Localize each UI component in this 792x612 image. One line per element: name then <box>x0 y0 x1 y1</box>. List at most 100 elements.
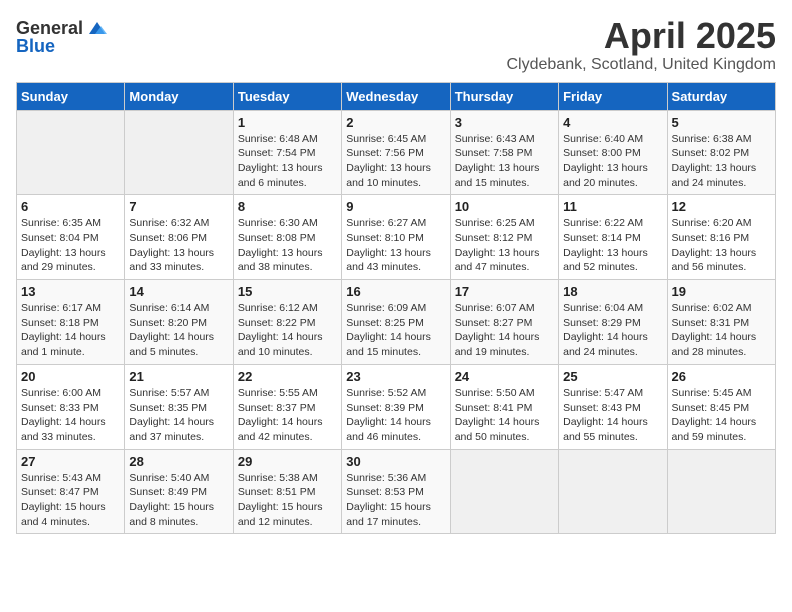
calendar-day-cell <box>450 449 558 534</box>
day-info: Sunrise: 6:20 AM Sunset: 8:16 PM Dayligh… <box>672 216 771 275</box>
day-info: Sunrise: 6:35 AM Sunset: 8:04 PM Dayligh… <box>21 216 120 275</box>
calendar-day-cell: 19 Sunrise: 6:02 AM Sunset: 8:31 PM Dayli… <box>667 280 775 365</box>
location-subtitle: Clydebank, Scotland, United Kingdom <box>507 56 777 74</box>
day-info: Sunrise: 6:45 AM Sunset: 7:56 PM Dayligh… <box>346 132 445 191</box>
day-info: Sunrise: 6:22 AM Sunset: 8:14 PM Dayligh… <box>563 216 662 275</box>
calendar-week-row: 6 Sunrise: 6:35 AM Sunset: 8:04 PM Daylig… <box>17 195 776 280</box>
calendar-day-cell: 21Sunrise: 5:57 AM Sunset: 8:35 PM Dayli… <box>125 364 233 449</box>
calendar-week-row: 13Sunrise: 6:17 AM Sunset: 8:18 PM Dayli… <box>17 280 776 365</box>
day-info: Sunrise: 6:04 AM Sunset: 8:29 PM Dayligh… <box>563 301 662 360</box>
day-number: 30 <box>346 454 445 469</box>
calendar-day-cell: 20 Sunrise: 6:00 AM Sunset: 8:33 PM Dayli… <box>17 364 125 449</box>
calendar-day-cell: 7 Sunrise: 6:32 AM Sunset: 8:06 PM Daylig… <box>125 195 233 280</box>
calendar-day-cell: 15Sunrise: 6:12 AM Sunset: 8:22 PM Dayli… <box>233 280 341 365</box>
calendar-day-cell: 6 Sunrise: 6:35 AM Sunset: 8:04 PM Daylig… <box>17 195 125 280</box>
calendar-day-cell: 23 Sunrise: 5:52 AM Sunset: 8:39 PM Dayli… <box>342 364 450 449</box>
day-info: Sunrise: 6:07 AM Sunset: 8:27 PM Dayligh… <box>455 301 554 360</box>
day-info: Sunrise: 5:43 AM Sunset: 8:47 PM Dayligh… <box>21 471 120 530</box>
day-info: Sunrise: 6:02 AM Sunset: 8:31 PM Dayligh… <box>672 301 771 360</box>
day-number: 16 <box>346 284 445 299</box>
calendar-day-cell: 13Sunrise: 6:17 AM Sunset: 8:18 PM Dayli… <box>17 280 125 365</box>
logo-icon <box>85 16 109 40</box>
day-info: Sunrise: 6:43 AM Sunset: 7:58 PM Dayligh… <box>455 132 554 191</box>
weekday-header-cell: Thursday <box>450 82 558 110</box>
day-number: 8 <box>238 199 337 214</box>
day-number: 28 <box>129 454 228 469</box>
day-number: 5 <box>672 115 771 130</box>
day-number: 1 <box>238 115 337 130</box>
day-info: Sunrise: 6:38 AM Sunset: 8:02 PM Dayligh… <box>672 132 771 191</box>
day-number: 20 <box>21 369 120 384</box>
calendar-day-cell: 1Sunrise: 6:48 AM Sunset: 7:54 PM Daylig… <box>233 110 341 195</box>
calendar-day-cell: 30 Sunrise: 5:36 AM Sunset: 8:53 PM Dayli… <box>342 449 450 534</box>
day-number: 19 <box>672 284 771 299</box>
day-number: 29 <box>238 454 337 469</box>
day-info: Sunrise: 6:14 AM Sunset: 8:20 PM Dayligh… <box>129 301 228 360</box>
calendar-day-cell: 18Sunrise: 6:04 AM Sunset: 8:29 PM Dayli… <box>559 280 667 365</box>
day-number: 4 <box>563 115 662 130</box>
logo-blue-text: Blue <box>16 36 55 57</box>
weekday-header-cell: Saturday <box>667 82 775 110</box>
weekday-header-row: SundayMondayTuesdayWednesdayThursdayFrid… <box>17 82 776 110</box>
day-info: Sunrise: 5:47 AM Sunset: 8:43 PM Dayligh… <box>563 386 662 445</box>
calendar-body: 1Sunrise: 6:48 AM Sunset: 7:54 PM Daylig… <box>17 110 776 534</box>
day-info: Sunrise: 5:50 AM Sunset: 8:41 PM Dayligh… <box>455 386 554 445</box>
day-number: 6 <box>21 199 120 214</box>
day-info: Sunrise: 5:40 AM Sunset: 8:49 PM Dayligh… <box>129 471 228 530</box>
calendar-day-cell: 29 Sunrise: 5:38 AM Sunset: 8:51 PM Dayli… <box>233 449 341 534</box>
day-number: 11 <box>563 199 662 214</box>
calendar-week-row: 27 Sunrise: 5:43 AM Sunset: 8:47 PM Dayli… <box>17 449 776 534</box>
day-number: 15 <box>238 284 337 299</box>
day-info: Sunrise: 6:40 AM Sunset: 8:00 PM Dayligh… <box>563 132 662 191</box>
day-info: Sunrise: 5:36 AM Sunset: 8:53 PM Dayligh… <box>346 471 445 530</box>
logo: General Blue <box>16 16 109 57</box>
calendar-day-cell: 2 Sunrise: 6:45 AM Sunset: 7:56 PM Daylig… <box>342 110 450 195</box>
day-info: Sunrise: 5:45 AM Sunset: 8:45 PM Dayligh… <box>672 386 771 445</box>
day-number: 25 <box>563 369 662 384</box>
calendar-day-cell: 4 Sunrise: 6:40 AM Sunset: 8:00 PM Daylig… <box>559 110 667 195</box>
calendar-day-cell <box>125 110 233 195</box>
calendar-day-cell: 25 Sunrise: 5:47 AM Sunset: 8:43 PM Dayli… <box>559 364 667 449</box>
day-info: Sunrise: 6:00 AM Sunset: 8:33 PM Dayligh… <box>21 386 120 445</box>
day-number: 23 <box>346 369 445 384</box>
day-number: 12 <box>672 199 771 214</box>
day-info: Sunrise: 5:52 AM Sunset: 8:39 PM Dayligh… <box>346 386 445 445</box>
calendar-day-cell: 28 Sunrise: 5:40 AM Sunset: 8:49 PM Dayli… <box>125 449 233 534</box>
day-info: Sunrise: 5:38 AM Sunset: 8:51 PM Dayligh… <box>238 471 337 530</box>
day-number: 24 <box>455 369 554 384</box>
title-area: April 2025 Clydebank, Scotland, United K… <box>507 16 777 74</box>
calendar-day-cell: 17 Sunrise: 6:07 AM Sunset: 8:27 PM Dayli… <box>450 280 558 365</box>
calendar-day-cell <box>667 449 775 534</box>
day-number: 7 <box>129 199 228 214</box>
calendar-day-cell: 16Sunrise: 6:09 AM Sunset: 8:25 PM Dayli… <box>342 280 450 365</box>
calendar-day-cell: 14 Sunrise: 6:14 AM Sunset: 8:20 PM Dayli… <box>125 280 233 365</box>
day-info: Sunrise: 6:27 AM Sunset: 8:10 PM Dayligh… <box>346 216 445 275</box>
day-number: 27 <box>21 454 120 469</box>
day-number: 17 <box>455 284 554 299</box>
calendar-week-row: 1Sunrise: 6:48 AM Sunset: 7:54 PM Daylig… <box>17 110 776 195</box>
weekday-header-cell: Friday <box>559 82 667 110</box>
day-number: 9 <box>346 199 445 214</box>
calendar-day-cell: 26 Sunrise: 5:45 AM Sunset: 8:45 PM Dayli… <box>667 364 775 449</box>
day-info: Sunrise: 6:30 AM Sunset: 8:08 PM Dayligh… <box>238 216 337 275</box>
day-info: Sunrise: 5:55 AM Sunset: 8:37 PM Dayligh… <box>238 386 337 445</box>
weekday-header-cell: Wednesday <box>342 82 450 110</box>
weekday-header-cell: Tuesday <box>233 82 341 110</box>
day-info: Sunrise: 5:57 AM Sunset: 8:35 PM Dayligh… <box>129 386 228 445</box>
day-number: 3 <box>455 115 554 130</box>
day-number: 26 <box>672 369 771 384</box>
day-info: Sunrise: 6:25 AM Sunset: 8:12 PM Dayligh… <box>455 216 554 275</box>
calendar-day-cell: 12 Sunrise: 6:20 AM Sunset: 8:16 PM Dayli… <box>667 195 775 280</box>
calendar-day-cell <box>559 449 667 534</box>
calendar-day-cell: 24 Sunrise: 5:50 AM Sunset: 8:41 PM Dayli… <box>450 364 558 449</box>
header: General Blue April 2025 Clydebank, Scotl… <box>16 16 776 74</box>
day-info: Sunrise: 6:32 AM Sunset: 8:06 PM Dayligh… <box>129 216 228 275</box>
day-number: 2 <box>346 115 445 130</box>
calendar-day-cell <box>17 110 125 195</box>
weekday-header-cell: Sunday <box>17 82 125 110</box>
day-number: 14 <box>129 284 228 299</box>
calendar-day-cell: 3 Sunrise: 6:43 AM Sunset: 7:58 PM Daylig… <box>450 110 558 195</box>
calendar-day-cell: 22Sunrise: 5:55 AM Sunset: 8:37 PM Dayli… <box>233 364 341 449</box>
day-info: Sunrise: 6:17 AM Sunset: 8:18 PM Dayligh… <box>21 301 120 360</box>
weekday-header-cell: Monday <box>125 82 233 110</box>
